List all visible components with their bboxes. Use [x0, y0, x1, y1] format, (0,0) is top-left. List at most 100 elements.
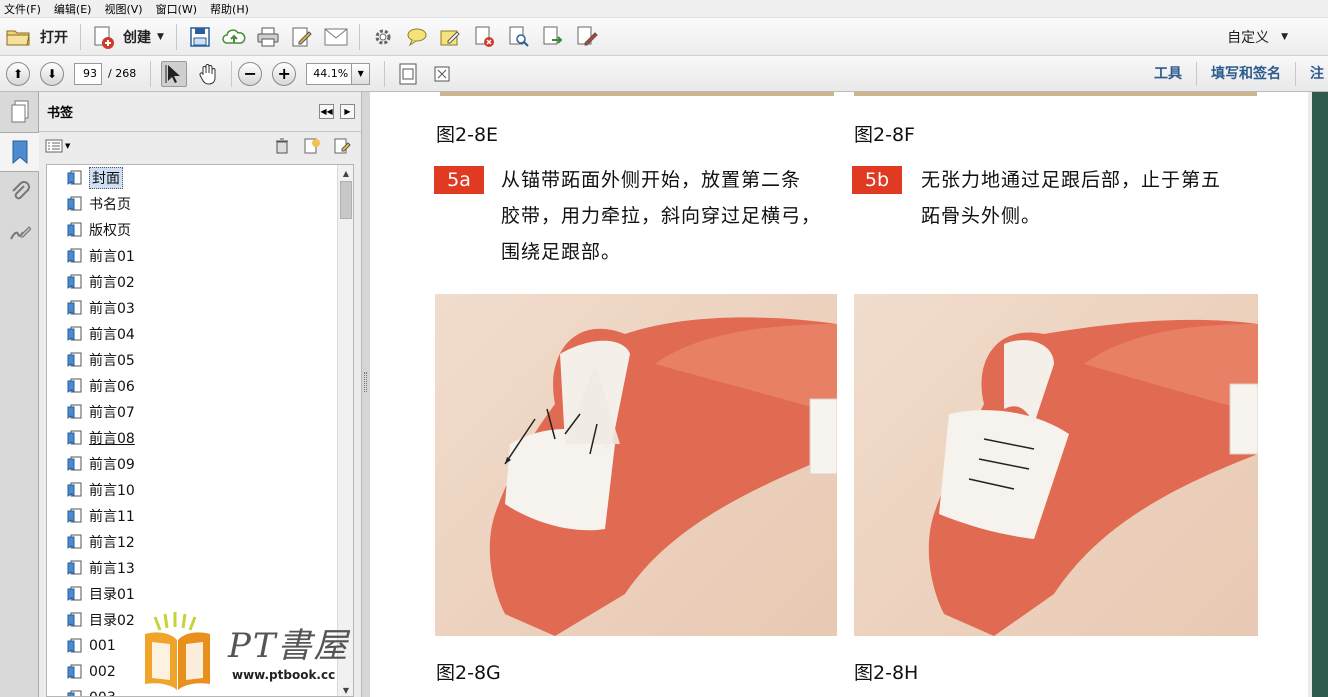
bookmark-item[interactable]: 封面 [47, 165, 338, 191]
zoom-out-button[interactable]: − [238, 61, 263, 86]
bookmark-label: 前言04 [89, 327, 135, 343]
document-search-icon [509, 26, 529, 47]
options-menu-button[interactable]: ▼ [45, 139, 70, 153]
comment-link[interactable]: 注 [1295, 62, 1328, 86]
edit-document-icon [292, 27, 312, 46]
double-chevron-left-icon: ◀◀ [320, 107, 333, 116]
bookmark-item[interactable]: 前言09 [47, 451, 338, 477]
bookmark-page-icon [67, 612, 82, 627]
bookmark-item[interactable]: 前言10 [47, 477, 338, 503]
bookmark-page-icon [67, 430, 82, 445]
settings-button[interactable] [370, 24, 396, 50]
printer-icon [257, 27, 279, 46]
navigation-rail [0, 92, 39, 697]
zoom-in-button[interactable]: + [272, 61, 297, 86]
tools-link[interactable]: 工具 [1140, 62, 1196, 86]
step-line: 围绕足跟部。 [501, 241, 622, 263]
delete-bookmark-button[interactable] [271, 136, 293, 156]
zoom-input[interactable]: 44.1% [306, 62, 353, 85]
bookmark-properties-button[interactable] [331, 136, 353, 156]
bookmark-item[interactable]: 书名页 [47, 191, 338, 217]
menu-bar: 文件(F) 编辑(E) 视图(V) 窗口(W) 帮助(H) [0, 0, 1328, 18]
bookmark-item[interactable]: 前言03 [47, 295, 338, 321]
menu-view[interactable]: 视图(V) [104, 1, 142, 17]
bookmark-item[interactable]: 前言05 [47, 347, 338, 373]
bookmarks-title: 书签 [47, 106, 74, 121]
bookmark-settings-icon [334, 138, 351, 154]
figure-caption: 图2-8F [854, 124, 915, 146]
watermark-name: PT書屋 [228, 626, 350, 666]
fill-sign-link[interactable]: 填写和签名 [1196, 62, 1295, 86]
customize-dropdown[interactable]: 自定义 ▼ [1227, 18, 1288, 56]
sign-button[interactable] [574, 24, 600, 50]
delete-pages-button[interactable] [472, 24, 498, 50]
attachments-button[interactable] [0, 172, 39, 212]
zoom-dropdown-button[interactable]: ▼ [352, 62, 371, 85]
document-view[interactable]: 图2-8E 图2-8F 5a 从锚带跖面外侧开始，放置第二条 胶带，用力牵拉，斜… [370, 92, 1328, 697]
minus-icon: − [243, 63, 257, 83]
bookmark-item[interactable]: 目录01 [47, 581, 338, 607]
email-button[interactable] [323, 24, 349, 50]
bookmark-item[interactable]: 版权页 [47, 217, 338, 243]
bookmark-page-icon [67, 248, 82, 263]
trash-icon [276, 138, 288, 154]
bookmark-label: 目录01 [89, 587, 135, 603]
new-bookmark-button[interactable] [301, 136, 323, 156]
arrow-down-icon: ⬇ [46, 66, 58, 81]
full-screen-button[interactable] [429, 61, 455, 87]
comment-button[interactable] [404, 24, 430, 50]
page-total: / 268 [108, 67, 137, 80]
bookmark-item[interactable]: 前言08 [47, 425, 338, 451]
step-instruction: 无张力地通过足跟后部，止于第五 跖骨头外侧。 [921, 162, 1221, 234]
expand-icon [434, 66, 450, 81]
bookmark-page-icon [67, 404, 82, 419]
print-button[interactable] [255, 24, 281, 50]
pages-icon [11, 100, 28, 123]
bookmark-item[interactable]: 前言13 [47, 555, 338, 581]
bookmark-item[interactable]: 前言12 [47, 529, 338, 555]
bookmark-label: 前言06 [89, 379, 135, 395]
page-thumbnails-button[interactable] [0, 92, 39, 132]
next-page-button[interactable]: ⬇ [40, 61, 64, 86]
fit-page-button[interactable] [395, 61, 421, 87]
menu-edit[interactable]: 编辑(E) [54, 1, 92, 17]
select-tool-button[interactable] [161, 60, 188, 87]
pdf-page: 图2-8E 图2-8F 5a 从锚带跖面外侧开始，放置第二条 胶带，用力牵拉，斜… [370, 92, 1308, 697]
panel-splitter[interactable] [361, 92, 370, 697]
save-button[interactable] [187, 24, 213, 50]
bookmark-item[interactable]: 前言02 [47, 269, 338, 295]
bookmark-item[interactable]: 前言04 [47, 321, 338, 347]
export-button[interactable] [540, 24, 566, 50]
menu-window[interactable]: 窗口(W) [156, 1, 197, 17]
create-button[interactable]: 创建 ▼ [87, 23, 170, 51]
bookmark-label: 前言11 [89, 509, 135, 525]
page-number-input[interactable]: 93 [74, 62, 102, 85]
bookmark-label: 前言08 [89, 431, 135, 447]
signatures-button[interactable] [0, 212, 39, 252]
bookmark-label: 003 [89, 690, 116, 696]
scroll-up-button[interactable]: ▲ [338, 165, 353, 181]
taping-photo [854, 294, 1258, 636]
bookmarks-tab-button[interactable] [0, 132, 39, 172]
open-button[interactable]: 打开 [0, 23, 74, 51]
expand-panel-button[interactable]: ▶ [340, 104, 355, 119]
edit-button[interactable] [289, 24, 315, 50]
bookmark-page-icon [67, 690, 82, 696]
bookmark-item[interactable]: 前言11 [47, 503, 338, 529]
bookmark-item[interactable]: 前言06 [47, 373, 338, 399]
menu-help[interactable]: 帮助(H) [210, 1, 249, 17]
hand-tool-button[interactable] [195, 61, 221, 87]
bookmark-item[interactable]: 前言01 [47, 243, 338, 269]
collapse-panel-button[interactable]: ◀◀ [319, 104, 334, 119]
menu-file[interactable]: 文件(F) [4, 1, 41, 17]
highlight-button[interactable] [438, 24, 464, 50]
search-doc-button[interactable] [506, 24, 532, 50]
cloud-upload-icon [222, 28, 246, 44]
bookmark-page-icon [67, 300, 82, 315]
foot-taping-illustration [928, 319, 1258, 636]
bookmark-item[interactable]: 前言07 [47, 399, 338, 425]
step-line: 从锚带跖面外侧开始，放置第二条 [501, 169, 802, 191]
scroll-thumb[interactable] [340, 181, 352, 219]
upload-button[interactable] [221, 24, 247, 50]
previous-page-button[interactable]: ⬆ [6, 61, 30, 86]
